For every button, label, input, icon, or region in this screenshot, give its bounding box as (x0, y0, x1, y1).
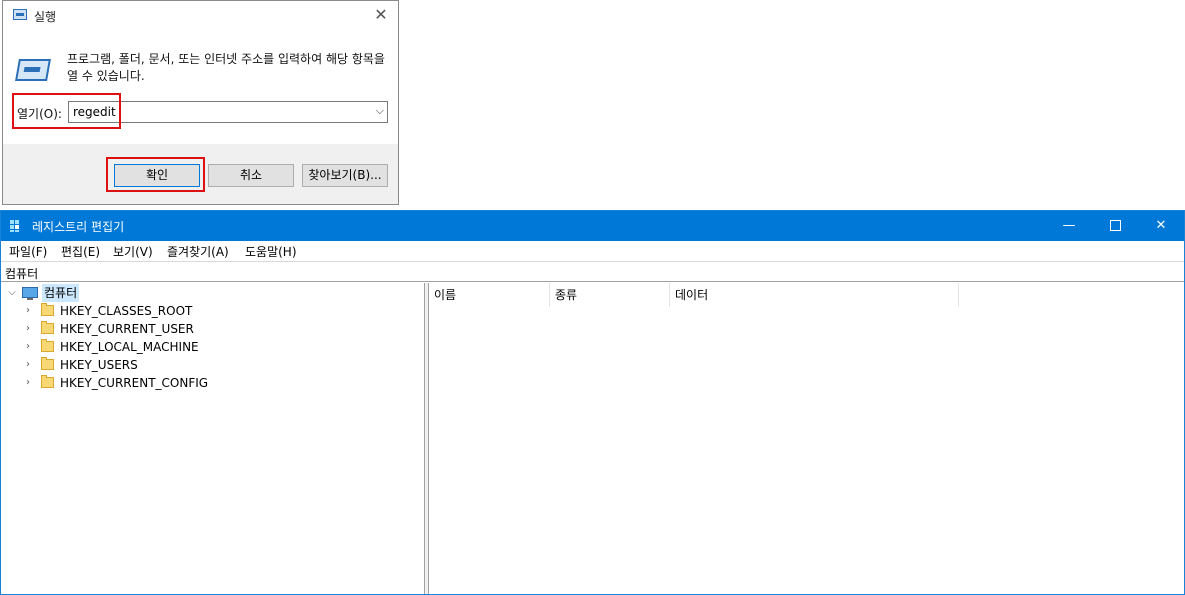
menu-file[interactable]: 파일(F) (9, 243, 47, 260)
address-text[interactable]: 컴퓨터 (5, 265, 38, 282)
registry-editor-window: 레지스트리 편집기 — ✕ 파일(F) 편집(E) 보기(V) 즐겨찾기(A) … (0, 210, 1185, 595)
chevron-down-icon[interactable]: ⌵ (376, 104, 384, 118)
browse-button[interactable]: 찾아보기(B)... (302, 164, 388, 187)
tree-root-label[interactable]: 컴퓨터 (42, 284, 80, 302)
list-pane: 이름 종류 데이터 (429, 283, 1184, 594)
folder-icon (41, 339, 54, 352)
run-description: 프로그램, 폴더, 문서, 또는 인터넷 주소를 입력하여 해당 항목을 열 수… (67, 52, 385, 83)
regedit-titlebar: 레지스트리 편집기 — ✕ (1, 211, 1184, 241)
tree-item-label[interactable]: HKEY_CURRENT_CONFIG (60, 374, 208, 392)
minimize-button[interactable]: — (1046, 211, 1092, 241)
menu-bar: 파일(F) 편집(E) 보기(V) 즐겨찾기(A) 도움말(H) (1, 241, 1184, 261)
chevron-right-icon[interactable]: › (23, 374, 33, 392)
tree-item-label[interactable]: HKEY_USERS (60, 356, 138, 374)
menu-favorites[interactable]: 즐겨찾기(A) (167, 243, 229, 260)
close-button[interactable]: ✕ (1138, 211, 1184, 241)
menu-view[interactable]: 보기(V) (113, 243, 153, 260)
folder-icon (41, 303, 54, 316)
folder-icon (41, 375, 54, 388)
chevron-right-icon[interactable]: › (23, 302, 33, 320)
run-icon (13, 9, 27, 20)
tree-item-label[interactable]: HKEY_CURRENT_USER (60, 320, 194, 338)
chevron-right-icon[interactable]: › (23, 338, 33, 356)
regedit-title: 레지스트리 편집기 (32, 220, 125, 234)
column-header-name[interactable]: 이름 (429, 283, 550, 307)
address-bar[interactable]: 컴퓨터 (1, 261, 1184, 282)
maximize-icon (1109, 220, 1121, 231)
run-dialog-title: 실행 (34, 10, 57, 24)
computer-icon (22, 287, 38, 300)
tree-item-label[interactable]: HKEY_CLASSES_ROOT (60, 302, 192, 320)
chevron-down-icon[interactable]: ⌵ (7, 284, 17, 302)
column-header-type[interactable]: 종류 (550, 283, 670, 307)
folder-icon (41, 321, 54, 334)
menu-edit[interactable]: 편집(E) (61, 243, 100, 260)
cancel-button[interactable]: 취소 (208, 164, 294, 187)
column-header-data[interactable]: 데이터 (670, 283, 959, 307)
run-titlebar: 실행 ✕ (3, 1, 398, 31)
run-body: 프로그램, 폴더, 문서, 또는 인터넷 주소를 입력하여 해당 항목을 열 수… (3, 31, 398, 144)
close-icon[interactable]: ✕ (370, 4, 392, 26)
open-input[interactable] (69, 102, 373, 122)
chevron-right-icon[interactable]: › (23, 356, 33, 374)
run-dialog: 실행 ✕ 프로그램, 폴더, 문서, 또는 인터넷 주소를 입력하여 해당 항목… (2, 0, 399, 205)
run-program-icon (15, 59, 51, 81)
registry-icon (10, 220, 22, 232)
open-combobox[interactable]: ⌵ (68, 101, 388, 123)
folder-icon (41, 357, 54, 370)
menu-help[interactable]: 도움말(H) (245, 243, 297, 260)
tree-item-label[interactable]: HKEY_LOCAL_MACHINE (60, 338, 199, 356)
chevron-right-icon[interactable]: › (23, 320, 33, 338)
tree-pane: ⌵ 컴퓨터 › HKEY_CLASSES_ROOT › HKEY_CURRENT… (1, 283, 425, 594)
maximize-button[interactable] (1092, 211, 1138, 241)
ok-button[interactable]: 확인 (114, 164, 200, 187)
open-label: 열기(O): (17, 107, 62, 121)
